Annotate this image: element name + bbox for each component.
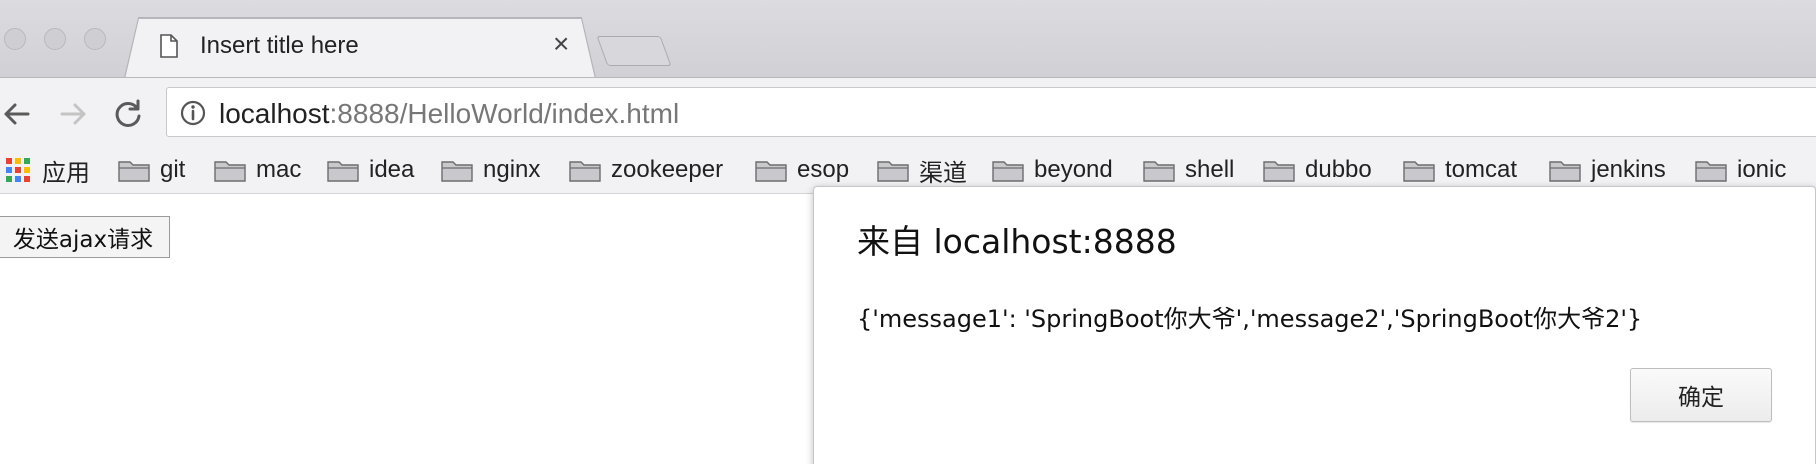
bookmark-label: shell xyxy=(1185,156,1235,183)
bookmark-label: nginx xyxy=(483,156,541,183)
folder-icon xyxy=(1549,161,1581,182)
folder-icon xyxy=(441,161,473,182)
bookmark-label: 应用 xyxy=(42,159,90,187)
bookmark-ionic[interactable]: ionic xyxy=(1695,153,1786,187)
minimize-window-button[interactable] xyxy=(44,28,66,50)
ok-button[interactable]: 确定 xyxy=(1630,368,1772,422)
bookmark-nginx[interactable]: nginx xyxy=(441,153,540,187)
bookmark-label: idea xyxy=(369,156,415,183)
folder-icon xyxy=(1403,161,1435,182)
bookmark-label: dubbo xyxy=(1305,156,1372,183)
bookmark-dubbo[interactable]: dubbo xyxy=(1263,153,1372,187)
forward-arrow-icon[interactable] xyxy=(54,96,90,132)
bookmark-jenkins[interactable]: jenkins xyxy=(1549,153,1666,187)
folder-icon xyxy=(877,161,909,182)
bookmark-label: git xyxy=(160,156,186,183)
bookmark-label: zookeeper xyxy=(611,156,724,183)
close-window-button[interactable] xyxy=(4,28,26,50)
bookmark-beyond[interactable]: beyond xyxy=(992,153,1113,187)
new-tab-button[interactable] xyxy=(596,36,672,66)
title-bar: Insert title here × xyxy=(0,0,1816,79)
bookmark-shell[interactable]: shell xyxy=(1143,153,1234,187)
folder-icon xyxy=(569,161,601,182)
bookmark-mac[interactable]: mac xyxy=(214,153,301,187)
maximize-window-button[interactable] xyxy=(84,28,106,50)
alert-dialog: 来自 localhost:8888 {'message1': 'SpringBo… xyxy=(813,186,1816,464)
bookmark-tomcat[interactable]: tomcat xyxy=(1403,153,1517,187)
browser-window: Insert title here × localhost:8888/Hello… xyxy=(0,0,1816,464)
bookmark-label: ionic xyxy=(1737,156,1787,183)
bookmark-git[interactable]: git xyxy=(118,153,185,187)
info-icon[interactable] xyxy=(179,99,207,127)
toolbar: localhost:8888/HelloWorld/index.html xyxy=(0,77,1816,148)
dialog-message: {'message1': 'SpringBoot你大爷','message2',… xyxy=(857,305,1643,333)
bookmark-label: esop xyxy=(797,156,850,183)
bookmark-label: mac xyxy=(256,156,302,183)
bookmark-label: beyond xyxy=(1034,156,1113,183)
bookmark-label: tomcat xyxy=(1445,156,1518,183)
bookmark-label: 渠道 xyxy=(919,159,967,187)
folder-icon xyxy=(327,161,359,182)
address-bar[interactable]: localhost:8888/HelloWorld/index.html xyxy=(166,87,1816,137)
send-ajax-request-button[interactable]: 发送ajax请求 xyxy=(0,216,170,258)
page-icon xyxy=(160,34,178,58)
folder-icon xyxy=(1143,161,1175,182)
folder-icon xyxy=(755,161,787,182)
tab-close-icon[interactable]: × xyxy=(553,30,569,58)
url-text[interactable]: localhost:8888/HelloWorld/index.html xyxy=(219,98,679,130)
reload-icon[interactable] xyxy=(110,96,146,132)
dialog-title: 来自 localhost:8888 xyxy=(857,222,1177,261)
back-arrow-icon[interactable] xyxy=(0,96,36,132)
url-path: :8888/HelloWorld/index.html xyxy=(329,98,680,129)
bookmark-zookeeper[interactable]: zookeeper xyxy=(569,153,723,187)
folder-icon xyxy=(214,161,246,182)
tab-active[interactable] xyxy=(125,18,595,79)
bookmark-esop[interactable]: esop xyxy=(755,153,849,187)
url-host: localhost xyxy=(219,98,330,129)
bookmark-apps[interactable]: 应用 xyxy=(0,153,90,187)
bookmark-channel[interactable]: 渠道 xyxy=(877,153,967,187)
folder-icon xyxy=(118,161,150,182)
folder-icon xyxy=(1695,161,1727,182)
folder-icon xyxy=(992,161,1024,182)
bookmark-idea[interactable]: idea xyxy=(327,153,414,187)
folder-icon xyxy=(1263,161,1295,182)
tab-title: Insert title here xyxy=(200,32,359,59)
bookmark-label: jenkins xyxy=(1591,156,1666,183)
apps-icon xyxy=(6,158,30,182)
